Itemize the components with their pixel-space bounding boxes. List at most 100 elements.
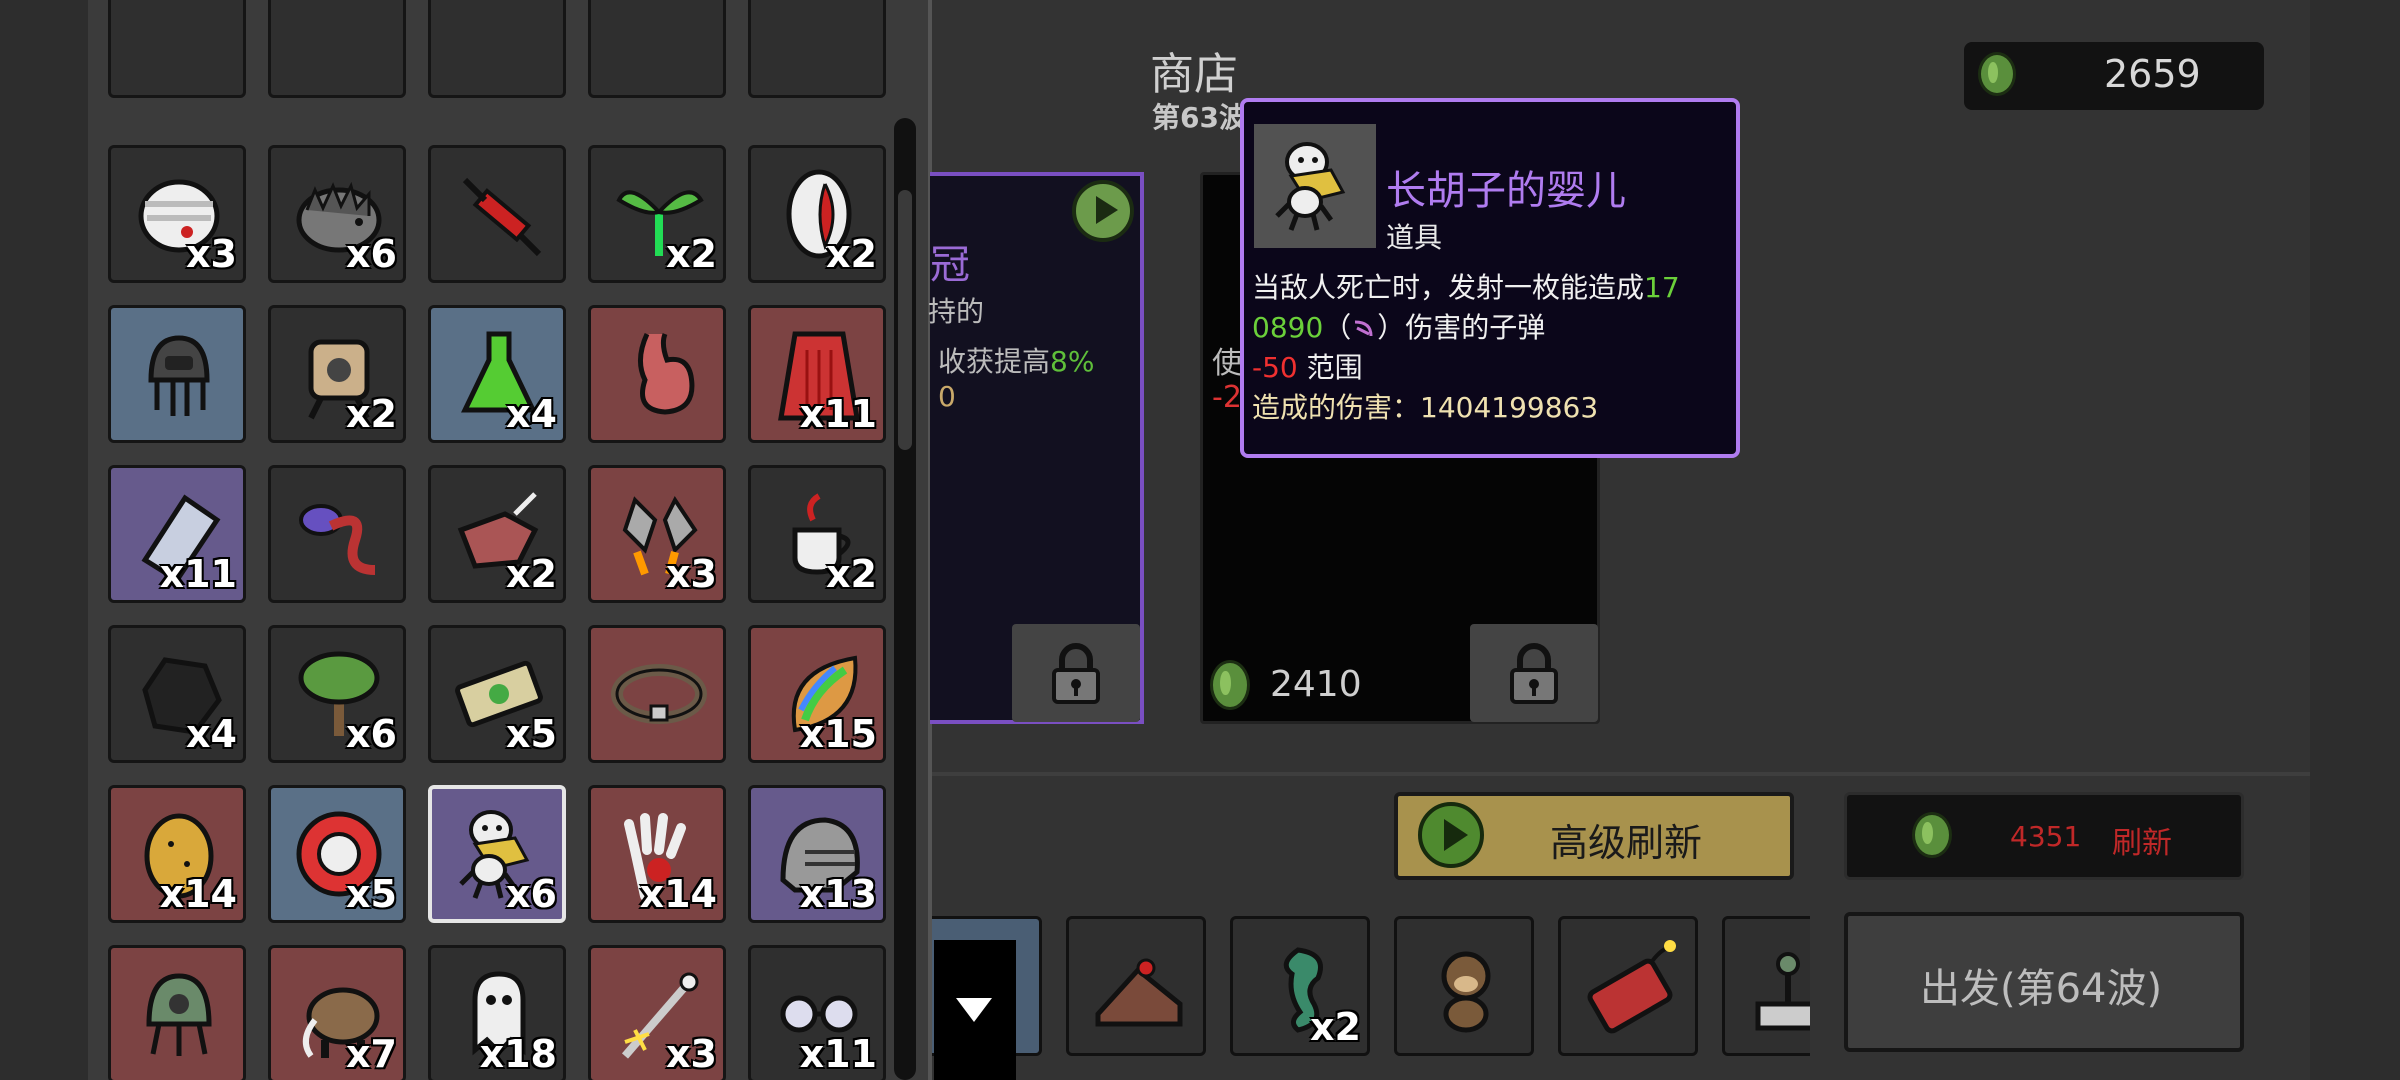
dome-drone-icon [146,973,212,1056]
inventory-slot[interactable]: x11 [748,305,886,443]
tooltip-desc-line1: 当敌人死亡时，发射一枚能造成17 [1252,271,1680,304]
stomach-icon [638,332,695,415]
inventory-slot[interactable]: x13 [748,785,886,923]
inventory-slot[interactable]: x3 [588,945,726,1080]
item-count: x18 [479,1032,557,1076]
item-count: x4 [186,712,237,756]
item-count: x3 [186,232,237,276]
inventory-slot[interactable]: x4 [108,625,246,763]
inventory-slot[interactable] [748,0,886,98]
inventory-slot[interactable] [428,145,566,283]
start-wave-label: 出发(第64波) [1920,966,2163,1012]
item-count: x11 [159,552,237,596]
item-count: x3 [666,1032,717,1076]
robot-walker-icon [148,335,210,416]
inventory-slot[interactable]: x11 [108,465,246,603]
inventory-slot[interactable]: x5 [428,625,566,763]
item-count: x13 [799,872,877,916]
owned-weapon-slot[interactable] [1722,916,1810,1056]
tooltip-item-name: 长胡子的婴儿 [1386,168,1626,214]
inventory-slot[interactable]: x2 [428,465,566,603]
inventory-slot[interactable]: x5 [268,785,406,923]
inventory-slot[interactable] [268,0,406,98]
owned-weapon-slot[interactable] [1066,916,1206,1056]
right-margin [2310,0,2400,1080]
inventory-slot[interactable]: x7 [268,945,406,1080]
left-margin [0,0,88,1080]
card2-lock-button[interactable] [1470,624,1598,722]
shop-title: 商店 [1150,49,1238,100]
inventory-slot[interactable] [108,945,246,1080]
inventory-slot[interactable] [588,0,726,98]
syringe-icon [462,177,542,257]
inventory-slot[interactable]: x11 [748,945,886,1080]
collar-icon [611,664,707,724]
advanced-refresh-label: 高级刷新 [1550,821,1703,865]
wave-label: 第63波 [1152,101,1247,134]
card1-name: 冠 [930,242,970,288]
card1-desc-line1: 持的 [928,295,985,328]
inventory-slot[interactable]: x15 [748,625,886,763]
inventory-slot[interactable]: x2 [588,145,726,283]
item-count: x15 [799,712,877,756]
card2-desc-line1: 使 [1212,346,1242,381]
card1-lock-button[interactable] [1012,624,1140,722]
item-count: x11 [799,392,877,436]
bullet-damage-icon [1355,320,1373,337]
item-count: x7 [346,1032,397,1076]
inventory-slot[interactable] [428,0,566,98]
item-count: x2 [1310,1005,1361,1049]
card2-desc-line2: -2 [1212,380,1242,415]
coin-icon [1978,52,2016,96]
cake-slice-icon [1095,958,1183,1027]
card1-desc-line2: 收获提高8% [938,345,1095,378]
inventory-slot[interactable]: x3 [108,145,246,283]
money-value: 2659 [2104,52,2201,96]
item-count: x6 [506,872,557,916]
item-count: x2 [506,552,557,596]
dynamite-icon [1587,940,1676,1034]
refresh-label: 刷新 [2112,826,2172,861]
item-count: x14 [639,872,717,916]
item-count: x2 [826,552,877,596]
tooltip-desc-line2: 0890（ ）伤害的子弹 [1252,311,1546,344]
item-count: x14 [159,872,237,916]
coin-icon [1210,660,1250,710]
item-count: x3 [666,552,717,596]
inventory-slot[interactable]: x2 [748,465,886,603]
tooltip-range-line: -50 范围 [1252,351,1363,384]
item-count: x11 [799,1032,877,1076]
inventory-slot[interactable]: x2 [268,305,406,443]
inventory-slot[interactable]: x14 [588,785,726,923]
owned-weapon-slot[interactable] [1558,916,1698,1056]
tongue-icon [299,504,376,575]
inventory-slot[interactable]: x4 [428,305,566,443]
tooltip-item-image [1254,124,1376,248]
lock-icon [1510,643,1558,704]
inventory-slot[interactable]: x18 [428,945,566,1080]
play-icon [1418,802,1484,868]
inventory-slot[interactable] [108,305,246,443]
inventory-slot[interactable] [108,0,246,98]
play-icon[interactable] [1072,180,1134,242]
inventory-slot[interactable]: x6 [428,785,566,923]
inventory-slot[interactable]: x2 [748,145,886,283]
lock-icon [1052,643,1100,704]
section-divider [932,772,2310,776]
card1-desc-line3: 0 [938,380,956,413]
owned-weapon-slot[interactable]: x2 [1230,916,1370,1056]
inventory-scroll-thumb[interactable] [898,190,912,450]
inventory-slot[interactable]: x14 [108,785,246,923]
collapse-arrow-button[interactable] [934,940,1016,1080]
owned-weapon-slot[interactable] [1394,916,1534,1056]
item-count: x2 [826,232,877,276]
inventory-slot[interactable]: x3 [588,465,726,603]
inventory-slot[interactable] [268,465,406,603]
inventory-slot[interactable]: x6 [268,145,406,283]
item-count: x6 [346,232,397,276]
joystick-icon [1755,952,1810,1031]
inventory-slot[interactable] [588,625,726,763]
inventory-slot[interactable] [588,305,726,443]
inventory-slot[interactable]: x6 [268,625,406,763]
coin-icon [1912,812,1952,858]
